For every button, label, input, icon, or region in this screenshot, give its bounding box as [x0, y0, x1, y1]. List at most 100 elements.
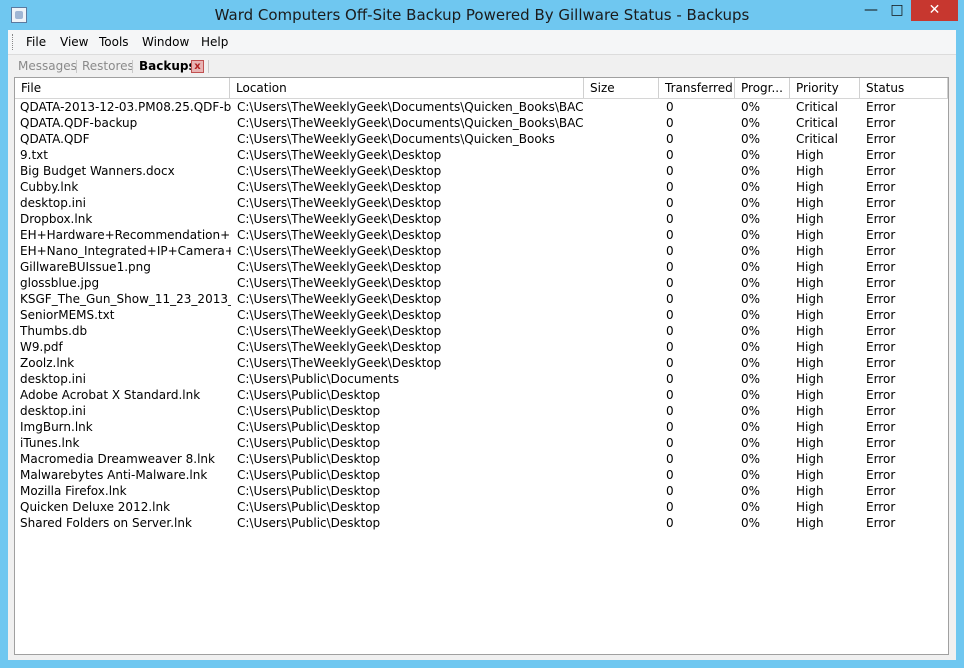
- menu-window[interactable]: Window: [142, 35, 189, 49]
- location-cell: C:\Users\TheWeeklyGeek\Desktop: [237, 196, 442, 210]
- location-cell: C:\Users\Public\Documents: [237, 372, 400, 386]
- table-row[interactable]: QDATA-2013-12-03.PM08.25.QDF-ba... C:\Use…: [15, 99, 948, 115]
- location-cell: C:\Users\TheWeeklyGeek\Desktop: [237, 276, 442, 290]
- size-cell: [590, 115, 660, 131]
- table-row[interactable]: GillwareBUIssue1.png C:\Users\TheWeeklyGe…: [15, 259, 948, 275]
- tab-backups[interactable]: Backups: [139, 59, 196, 73]
- table-row[interactable]: Quicken Deluxe 2012.lnk C:\Users\Public\D…: [15, 499, 948, 515]
- table-row[interactable]: KSGF_The_Gun_Show_11_23_2013_Ky... C:\Use…: [15, 291, 948, 307]
- table-row[interactable]: Cubby.lnk C:\Users\TheWeeklyGeek\Desktop 0…: [15, 179, 948, 195]
- transferred-cell: 0: [666, 340, 674, 354]
- table-row[interactable]: desktop.ini C:\Users\Public\Documents 0 0% H…: [15, 371, 948, 387]
- location-cell: C:\Users\Public\Desktop: [237, 484, 381, 498]
- table-row[interactable]: Macromedia Dreamweaver 8.lnk C:\Users\Pub…: [15, 451, 948, 467]
- table-row[interactable]: Zoolz.lnk C:\Users\TheWeeklyGeek\Desktop 0…: [15, 355, 948, 371]
- close-tab-icon[interactable]: x: [191, 60, 204, 73]
- size-cell: [590, 339, 660, 355]
- column-header-file[interactable]: File: [15, 78, 230, 98]
- table-row[interactable]: EH+Hardware+Recommendation+Lis... C:\User…: [15, 227, 948, 243]
- table-row[interactable]: QDATA.QDF-backup C:\Users\TheWeeklyGeek\D…: [15, 115, 948, 131]
- menubar-grip[interactable]: [12, 34, 15, 50]
- menu-view[interactable]: View: [60, 35, 88, 49]
- column-header-progress[interactable]: Progr...: [735, 78, 790, 98]
- transferred-cell: 0: [666, 324, 674, 338]
- size-cell: [590, 259, 660, 275]
- table-row[interactable]: desktop.ini C:\Users\TheWeeklyGeek\Deskto…: [15, 195, 948, 211]
- progress-cell: 0%: [741, 196, 761, 210]
- file-cell: Malwarebytes Anti-Malware.lnk: [20, 468, 208, 482]
- backups-list[interactable]: File Location Size Transferred Progr... …: [14, 77, 949, 655]
- priority-cell: High: [796, 212, 824, 226]
- table-row[interactable]: Adobe Acrobat X Standard.lnk C:\Users\Pub…: [15, 387, 948, 403]
- menu-help[interactable]: Help: [201, 35, 228, 49]
- file-cell: Cubby.lnk: [20, 180, 79, 194]
- table-row[interactable]: iTunes.lnk C:\Users\Public\Desktop 0 0% High…: [15, 435, 948, 451]
- table-row[interactable]: QDATA.QDF C:\Users\TheWeeklyGeek\Document…: [15, 131, 948, 147]
- file-cell: desktop.ini: [20, 196, 86, 210]
- priority-cell: High: [796, 484, 824, 498]
- location-cell: C:\Users\TheWeeklyGeek\Desktop: [237, 228, 442, 242]
- status-cell: Error: [866, 500, 896, 514]
- table-row[interactable]: Malwarebytes Anti-Malware.lnk C:\Users\Pu…: [15, 467, 948, 483]
- transferred-cell: 0: [666, 100, 674, 114]
- status-cell: Error: [866, 212, 896, 226]
- title-bar[interactable]: Ward Computers Off-Site Backup Powered B…: [0, 0, 964, 30]
- location-cell: C:\Users\TheWeeklyGeek\Desktop: [237, 260, 442, 274]
- menu-file[interactable]: File: [26, 35, 46, 49]
- column-header-priority[interactable]: Priority: [790, 78, 860, 98]
- table-row[interactable]: desktop.ini C:\Users\Public\Desktop 0 0% Hig…: [15, 403, 948, 419]
- status-cell: Error: [866, 468, 896, 482]
- table-row[interactable]: Shared Folders on Server.lnk C:\Users\Pub…: [15, 515, 948, 531]
- priority-cell: Critical: [796, 132, 838, 146]
- table-row[interactable]: Mozilla Firefox.lnk C:\Users\Public\Deskt…: [15, 483, 948, 499]
- transferred-cell: 0: [666, 500, 674, 514]
- status-cell: Error: [866, 484, 896, 498]
- column-header-location[interactable]: Location: [230, 78, 584, 98]
- table-row[interactable]: 9.txt C:\Users\TheWeeklyGeek\Desktop 0 0% Hi…: [15, 147, 948, 163]
- location-cell: C:\Users\Public\Desktop: [237, 468, 381, 482]
- table-row[interactable]: SeniorMEMS.txt C:\Users\TheWeeklyGeek\Des…: [15, 307, 948, 323]
- priority-cell: High: [796, 324, 824, 338]
- table-row[interactable]: EH+Nano_Integrated+IP+Camera+su... C:\Use…: [15, 243, 948, 259]
- transferred-cell: 0: [666, 180, 674, 194]
- status-cell: Error: [866, 420, 896, 434]
- table-row[interactable]: Big Budget Wanners.docx C:\Users\TheWeekl…: [15, 163, 948, 179]
- priority-cell: High: [796, 388, 824, 402]
- status-cell: Error: [866, 116, 896, 130]
- close-button[interactable]: ✕: [911, 0, 958, 21]
- progress-cell: 0%: [741, 340, 761, 354]
- tab-messages[interactable]: Messages: [18, 59, 77, 73]
- size-cell: [590, 227, 660, 243]
- progress-cell: 0%: [741, 324, 761, 338]
- table-row[interactable]: ImgBurn.lnk C:\Users\Public\Desktop 0 0% Hig…: [15, 419, 948, 435]
- priority-cell: High: [796, 340, 824, 354]
- location-cell: C:\Users\TheWeeklyGeek\Desktop: [237, 308, 442, 322]
- location-cell: C:\Users\TheWeeklyGeek\Desktop: [237, 148, 442, 162]
- priority-cell: High: [796, 148, 824, 162]
- progress-cell: 0%: [741, 244, 761, 258]
- size-cell: [590, 195, 660, 211]
- size-cell: [590, 179, 660, 195]
- progress-cell: 0%: [741, 132, 761, 146]
- status-cell: Error: [866, 372, 896, 386]
- status-cell: Error: [866, 260, 896, 274]
- column-header-size[interactable]: Size: [584, 78, 659, 98]
- transferred-cell: 0: [666, 420, 674, 434]
- tab-restores[interactable]: Restores: [82, 59, 134, 73]
- transferred-cell: 0: [666, 244, 674, 258]
- size-cell: [590, 99, 660, 115]
- table-row[interactable]: glossblue.jpg C:\Users\TheWeeklyGeek\Desk…: [15, 275, 948, 291]
- size-cell: [590, 243, 660, 259]
- location-cell: C:\Users\TheWeeklyGeek\Desktop: [237, 244, 442, 258]
- table-row[interactable]: Thumbs.db C:\Users\TheWeeklyGeek\Desktop 0…: [15, 323, 948, 339]
- maximize-button[interactable]: □: [884, 0, 910, 21]
- menu-tools[interactable]: Tools: [99, 35, 129, 49]
- column-header-status[interactable]: Status: [860, 78, 948, 98]
- table-row[interactable]: W9.pdf C:\Users\TheWeeklyGeek\Desktop 0 0% H…: [15, 339, 948, 355]
- table-row[interactable]: Dropbox.lnk C:\Users\TheWeeklyGeek\Deskto…: [15, 211, 948, 227]
- transferred-cell: 0: [666, 292, 674, 306]
- window-title: Ward Computers Off-Site Backup Powered B…: [214, 6, 750, 24]
- minimize-button[interactable]: —: [858, 0, 884, 21]
- column-header-transferred[interactable]: Transferred: [659, 78, 735, 98]
- transferred-cell: 0: [666, 516, 674, 530]
